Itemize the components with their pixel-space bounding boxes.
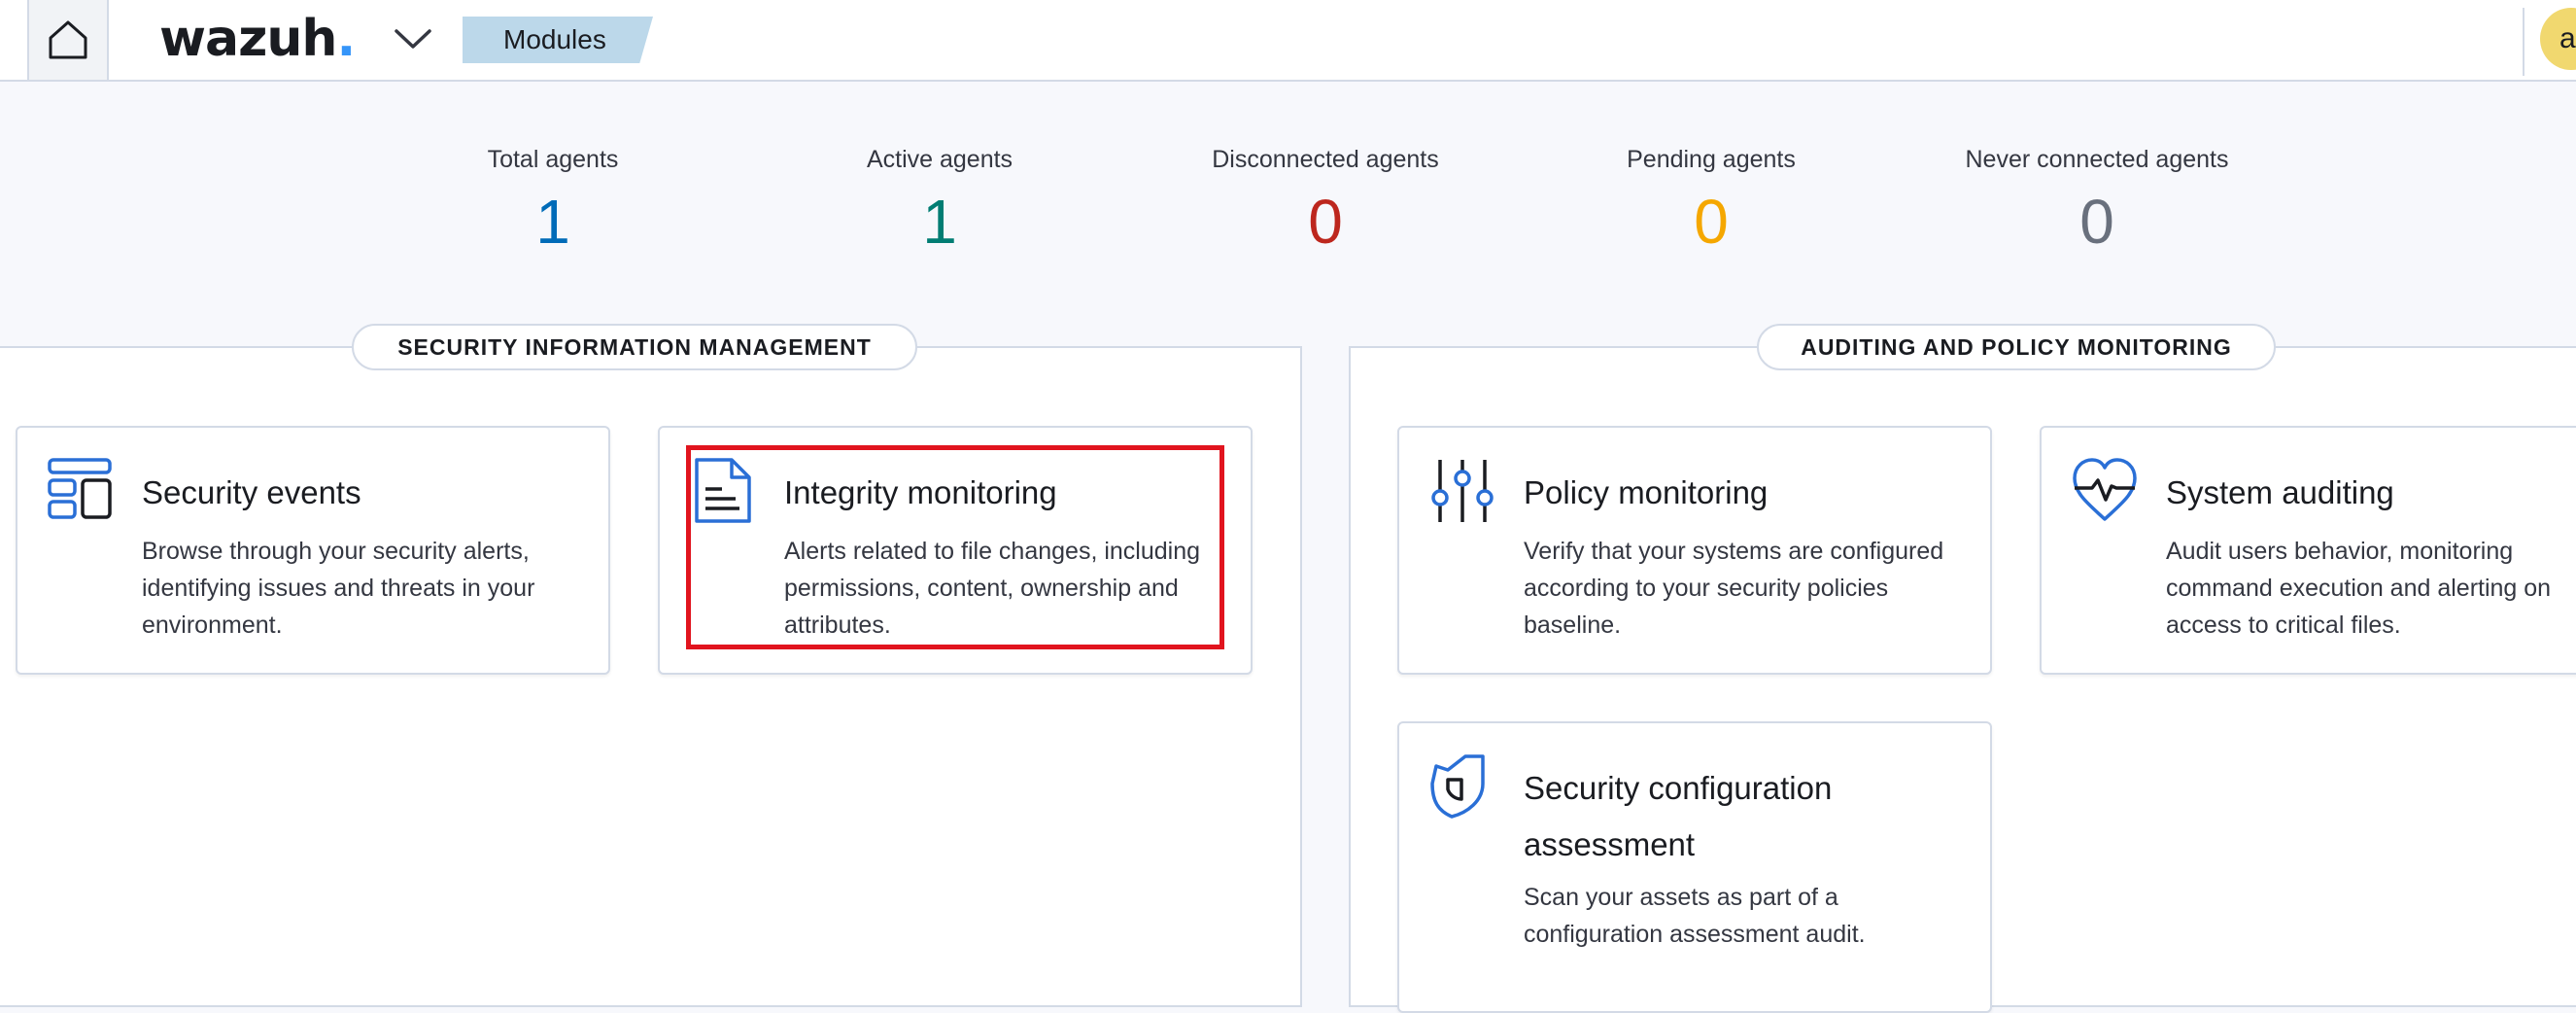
card-title: Policy monitoring [1524, 474, 1769, 510]
logo-dot: . [336, 10, 356, 68]
stat-value[interactable]: 1 [784, 186, 1095, 258]
stat-label: Pending agents [1627, 146, 1796, 173]
wazuh-logo[interactable]: wazuh. [159, 4, 356, 74]
document-icon [695, 458, 751, 523]
section-title-sim: SECURITY INFORMATION MANAGEMENT [352, 324, 917, 370]
stat-label: Total agents [487, 146, 619, 173]
home-button[interactable] [27, 0, 109, 80]
app-menu-toggle[interactable] [389, 21, 437, 56]
stat-total-agents[interactable]: Total agents 1 [397, 146, 708, 258]
card-integrity-monitoring[interactable]: Integrity monitoring Alerts related to f… [658, 426, 1253, 675]
card-description: Alerts related to file changes, includin… [784, 538, 1201, 639]
card-title: Security configuration assessment [1524, 770, 1833, 862]
section-title-apm: AUDITING AND POLICY MONITORING [1757, 324, 2276, 370]
header-divider [2523, 8, 2524, 76]
stat-active-agents[interactable]: Active agents 1 [784, 146, 1095, 258]
card-description: Audit users behavior, monitoring command… [2166, 538, 2552, 639]
stat-disconnected-agents[interactable]: Disconnected agents 0 [1170, 146, 1481, 258]
stat-label: Disconnected agents [1212, 146, 1439, 173]
stat-label: Never connected agents [1965, 146, 2229, 173]
card-title: System auditing [2166, 474, 2394, 510]
stat-value[interactable]: 0 [1170, 186, 1481, 258]
stat-never-connected-agents[interactable]: Never connected agents 0 [1941, 146, 2252, 258]
card-description: Browse through your security alerts, ide… [142, 538, 535, 639]
card-system-auditing[interactable]: System auditing Audit users behavior, mo… [2040, 426, 2576, 675]
stat-pending-agents[interactable]: Pending agents 0 [1556, 146, 1867, 258]
user-avatar[interactable]: a [2540, 8, 2576, 70]
home-icon [49, 20, 87, 59]
card-security-events[interactable]: Security events Browse through your secu… [16, 426, 610, 675]
heart-pulse-icon [2073, 458, 2137, 521]
card-policy-monitoring[interactable]: Policy monitoring Verify that your syste… [1397, 426, 1992, 675]
chevron-down-icon [395, 29, 431, 49]
shield-icon [1430, 754, 1485, 819]
dashboard-layout-icon [48, 458, 112, 519]
stat-value[interactable]: 0 [1556, 186, 1867, 258]
card-security-configuration-assessment[interactable]: Security configuration assessment Scan y… [1397, 721, 1992, 1013]
breadcrumb-modules[interactable]: Modules [463, 17, 653, 63]
logo-text: wazuh [159, 10, 337, 68]
sliders-icon [1431, 460, 1494, 522]
top-navigation-bar: wazuh. Modules a [0, 0, 2576, 82]
stat-value[interactable]: 1 [397, 186, 708, 258]
card-title: Integrity monitoring [784, 474, 1057, 510]
card-title: Security events [142, 474, 361, 510]
stat-label: Active agents [866, 146, 1013, 173]
card-description: Scan your assets as part of a configurat… [1524, 884, 1866, 948]
card-description: Verify that your systems are configured … [1524, 538, 1944, 639]
stat-value[interactable]: 0 [1941, 186, 2252, 258]
